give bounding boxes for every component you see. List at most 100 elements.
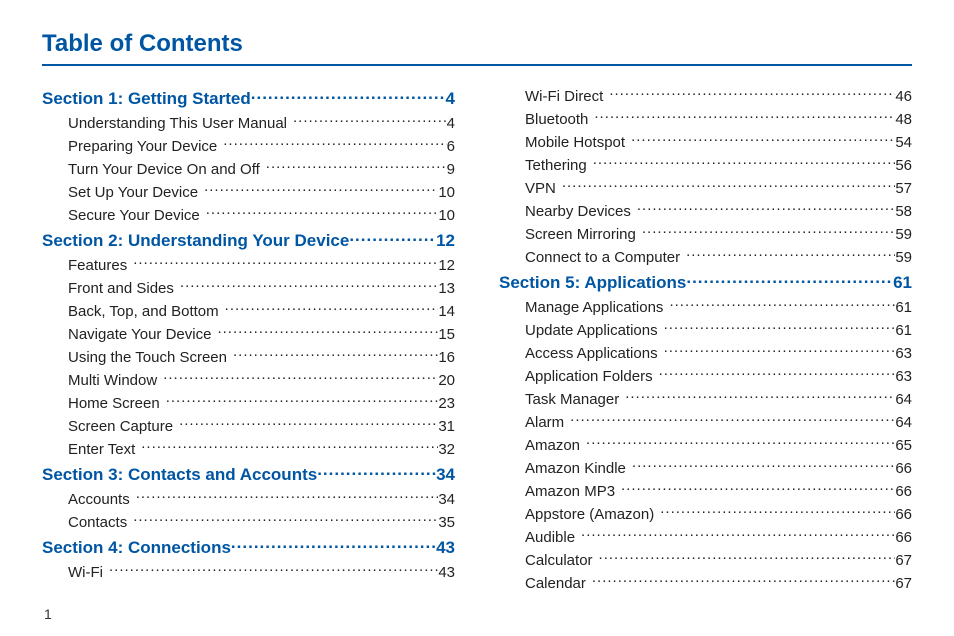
page: Table of Contents Section 1: Getting Sta… bbox=[0, 0, 954, 632]
toc-dots bbox=[669, 297, 895, 312]
toc-entry[interactable]: Mobile Hotspot 54 bbox=[525, 132, 912, 153]
toc-dots bbox=[659, 366, 896, 381]
toc-entry[interactable]: Wi-Fi 43 bbox=[68, 562, 455, 583]
toc-dots bbox=[621, 481, 895, 496]
toc-section[interactable]: Section 3: Contacts and Accounts 34 bbox=[42, 463, 455, 485]
toc-entry-label: Wi-Fi bbox=[68, 562, 103, 583]
toc-entry[interactable]: Calculator 67 bbox=[525, 550, 912, 571]
toc-entry[interactable]: Task Manager 64 bbox=[525, 389, 912, 410]
toc-section[interactable]: Section 2: Understanding Your Device 12 bbox=[42, 229, 455, 251]
toc-entry-page: 64 bbox=[895, 389, 912, 410]
toc-entry-label: Nearby Devices bbox=[525, 201, 631, 222]
toc-entry-page: 54 bbox=[895, 132, 912, 153]
toc-entry[interactable]: Amazon MP3 66 bbox=[525, 481, 912, 502]
toc-entry-page: 66 bbox=[895, 458, 912, 479]
toc-entry[interactable]: Features 12 bbox=[68, 255, 455, 276]
toc-entry[interactable]: Connect to a Computer 59 bbox=[525, 247, 912, 268]
toc-entry-page: 34 bbox=[438, 489, 455, 510]
toc-entry-label: Amazon Kindle bbox=[525, 458, 626, 479]
toc-entry[interactable]: Alarm 64 bbox=[525, 412, 912, 433]
toc-entry-label: Screen Mirroring bbox=[525, 224, 636, 245]
toc-entry-page: 12 bbox=[438, 255, 455, 276]
toc-entry[interactable]: Using the Touch Screen 16 bbox=[68, 347, 455, 368]
toc-entry[interactable]: Understanding This User Manual 4 bbox=[68, 113, 455, 134]
toc-entry[interactable]: Access Applications 63 bbox=[525, 343, 912, 364]
toc-entry[interactable]: Nearby Devices 58 bbox=[525, 201, 912, 222]
toc-entry[interactable]: Front and Sides 13 bbox=[68, 278, 455, 299]
toc-entry-label: Understanding This User Manual bbox=[68, 113, 287, 134]
toc-entry[interactable]: Appstore (Amazon) 66 bbox=[525, 504, 912, 525]
toc-entry[interactable]: Set Up Your Device 10 bbox=[68, 182, 455, 203]
toc-dots bbox=[586, 435, 895, 450]
toc-entry[interactable]: Amazon 65 bbox=[525, 435, 912, 456]
toc-entry-label: Turn Your Device On and Off bbox=[68, 159, 260, 180]
toc-entry-page: 13 bbox=[438, 278, 455, 299]
toc-dots bbox=[594, 109, 895, 124]
toc-entry-label: Navigate Your Device bbox=[68, 324, 211, 345]
toc-entry-label: Front and Sides bbox=[68, 278, 174, 299]
toc-dots bbox=[166, 393, 439, 408]
toc-entry-label: Update Applications bbox=[525, 320, 658, 341]
toc-entry[interactable]: Enter Text 32 bbox=[68, 439, 455, 460]
toc-dots bbox=[632, 458, 895, 473]
toc-entry[interactable]: Multi Window 20 bbox=[68, 370, 455, 391]
toc-entry[interactable]: VPN 57 bbox=[525, 178, 912, 199]
toc-dots bbox=[217, 324, 438, 339]
toc-entry[interactable]: Calendar 67 bbox=[525, 573, 912, 594]
toc-dots bbox=[664, 320, 896, 335]
toc-entry[interactable]: Screen Capture 31 bbox=[68, 416, 455, 437]
toc-entry-label: Tethering bbox=[525, 155, 587, 176]
toc-entry-label: Manage Applications bbox=[525, 297, 663, 318]
toc-entry[interactable]: Screen Mirroring 59 bbox=[525, 224, 912, 245]
toc-entry-page: 20 bbox=[438, 370, 455, 391]
toc-dots bbox=[251, 87, 446, 104]
toc-entry[interactable]: Turn Your Device On and Off 9 bbox=[68, 159, 455, 180]
toc-column-right: Wi-Fi Direct 46 Bluetooth 48 Mobile Hots… bbox=[499, 84, 912, 596]
toc-entry[interactable]: Wi-Fi Direct 46 bbox=[525, 86, 912, 107]
toc-entry-page: 59 bbox=[895, 247, 912, 268]
toc-entry[interactable]: Back, Top, and Bottom 14 bbox=[68, 301, 455, 322]
toc-entry[interactable]: Application Folders 63 bbox=[525, 366, 912, 387]
toc-entry-label: Bluetooth bbox=[525, 109, 588, 130]
toc-entry-page: 32 bbox=[438, 439, 455, 460]
toc-entry[interactable]: Update Applications 61 bbox=[525, 320, 912, 341]
toc-entry[interactable]: Contacts 35 bbox=[68, 512, 455, 533]
toc-entry-label: Home Screen bbox=[68, 393, 160, 414]
toc-dots bbox=[163, 370, 438, 385]
toc-dots bbox=[133, 512, 438, 527]
toc-dots bbox=[581, 527, 895, 542]
toc-entry-page: 61 bbox=[895, 320, 912, 341]
toc-dots bbox=[133, 255, 438, 270]
toc-entry[interactable]: Tethering 56 bbox=[525, 155, 912, 176]
toc-entry-page: 57 bbox=[895, 178, 912, 199]
toc-dots bbox=[206, 205, 439, 220]
toc-section-page: 43 bbox=[436, 538, 455, 558]
toc-dots bbox=[593, 155, 896, 170]
toc-entry-page: 9 bbox=[447, 159, 455, 180]
toc-entry[interactable]: Preparing Your Device 6 bbox=[68, 136, 455, 157]
toc-section[interactable]: Section 1: Getting Started 4 bbox=[42, 87, 455, 109]
toc-entry-label: Alarm bbox=[525, 412, 564, 433]
toc-section[interactable]: Section 4: Connections 43 bbox=[42, 536, 455, 558]
toc-entry-page: 63 bbox=[895, 366, 912, 387]
toc-entry[interactable]: Bluetooth 48 bbox=[525, 109, 912, 130]
toc-entry[interactable]: Amazon Kindle 66 bbox=[525, 458, 912, 479]
toc-entry-page: 10 bbox=[438, 205, 455, 226]
toc-entry[interactable]: Audible 66 bbox=[525, 527, 912, 548]
toc-entry[interactable]: Navigate Your Device 15 bbox=[68, 324, 455, 345]
toc-entry[interactable]: Home Screen 23 bbox=[68, 393, 455, 414]
toc-entry-label: Access Applications bbox=[525, 343, 658, 364]
toc-section[interactable]: Section 5: Applications 61 bbox=[499, 271, 912, 293]
toc-entry-label: Audible bbox=[525, 527, 575, 548]
toc-entry-page: 6 bbox=[447, 136, 455, 157]
toc-entry[interactable]: Manage Applications 61 bbox=[525, 297, 912, 318]
toc-dots bbox=[233, 347, 438, 362]
toc-dots bbox=[570, 412, 895, 427]
toc-dots bbox=[642, 224, 895, 239]
toc-column-left: Section 1: Getting Started 4 Understandi… bbox=[42, 84, 455, 596]
toc-section-page: 34 bbox=[436, 465, 455, 485]
toc-entry[interactable]: Secure Your Device 10 bbox=[68, 205, 455, 226]
toc-entry-page: 14 bbox=[438, 301, 455, 322]
toc-entry[interactable]: Accounts 34 bbox=[68, 489, 455, 510]
toc-dots bbox=[686, 271, 893, 288]
